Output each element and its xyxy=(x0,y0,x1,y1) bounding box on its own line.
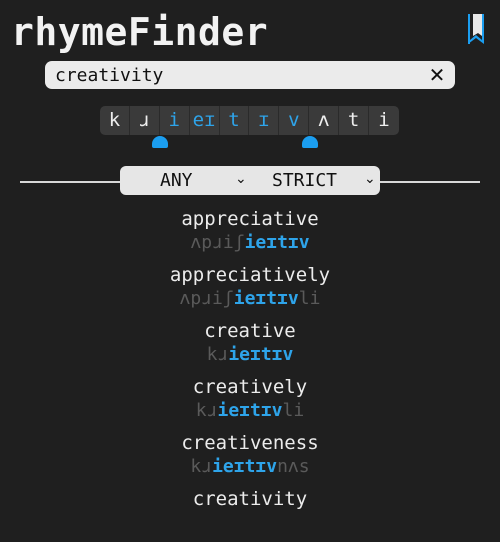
ipa-rhyme-match: ieɪtɪv xyxy=(217,400,283,421)
match-mode-value: ANY xyxy=(160,170,193,191)
result-word: creative xyxy=(204,320,296,342)
range-end-handle[interactable] xyxy=(302,136,318,148)
ipa-prefix: ʌpɹiʃ xyxy=(179,288,234,309)
result-word: appreciatively xyxy=(169,264,331,286)
divider-right xyxy=(380,181,480,183)
result-word: creativity xyxy=(192,488,308,510)
phoneme-chip[interactable]: eɪ xyxy=(189,106,220,135)
ipa-suffix: li xyxy=(282,400,305,421)
phoneme-chip[interactable]: ɹ xyxy=(129,106,160,135)
result-word: creatively xyxy=(192,376,308,398)
ipa-suffix: nʌs xyxy=(277,456,310,477)
app-title: rhymeFinder xyxy=(11,10,269,54)
result-word: appreciative xyxy=(181,208,319,230)
divider-left xyxy=(20,181,121,183)
phoneme-chip[interactable]: v xyxy=(279,106,310,135)
ipa-rhyme-match: ieɪtɪv xyxy=(244,232,310,253)
chevron-down-icon[interactable]: ⌄ xyxy=(364,171,376,187)
close-icon[interactable]: ✕ xyxy=(424,61,450,89)
mode-bar: ANY ⌄ STRICT ⌄ xyxy=(120,166,380,195)
ipa-prefix: kɹ xyxy=(206,344,229,365)
phoneme-chip[interactable]: i xyxy=(159,106,190,135)
ipa-suffix: li xyxy=(298,288,321,309)
result-ipa xyxy=(0,512,500,534)
ipa-rhyme-match: ieɪtɪv xyxy=(228,344,294,365)
result-item[interactable]: creativity xyxy=(0,486,500,542)
result-ipa: kɹieɪtɪvnʌs xyxy=(0,456,500,478)
result-item[interactable]: appreciative ʌpɹiʃieɪtɪv xyxy=(0,206,500,262)
result-word: creativeness xyxy=(181,432,319,454)
bookmark-icon[interactable] xyxy=(464,12,488,46)
result-ipa: kɹieɪtɪv xyxy=(0,344,500,366)
result-item[interactable]: appreciatively ʌpɹiʃieɪtɪvli xyxy=(0,262,500,318)
result-ipa: ʌpɹiʃieɪtɪv xyxy=(0,232,500,254)
ipa-prefix: kɹ xyxy=(190,456,213,477)
phoneme-chip[interactable]: k xyxy=(100,106,130,135)
phoneme-chip[interactable]: ɪ xyxy=(249,106,280,135)
strictness-value: STRICT xyxy=(272,170,338,191)
ipa-prefix: ʌpɹiʃ xyxy=(190,232,245,253)
ipa-prefix: kɹ xyxy=(195,400,218,421)
phoneme-chip[interactable]: i xyxy=(369,106,399,135)
ipa-rhyme-match: ieɪtɪv xyxy=(212,456,278,477)
phoneme-chip[interactable]: t xyxy=(219,106,250,135)
strictness-select[interactable]: STRICT xyxy=(272,166,372,195)
ipa-rhyme-match: ieɪtɪv xyxy=(233,288,299,309)
phoneme-strip: k ɹ i eɪ t ɪ v ʌ t i xyxy=(100,106,399,135)
search-input[interactable] xyxy=(55,63,415,87)
result-item[interactable]: creatively kɹieɪtɪvli xyxy=(0,374,500,430)
range-start-handle[interactable] xyxy=(152,136,168,148)
result-item[interactable]: creativeness kɹieɪtɪvnʌs xyxy=(0,430,500,486)
phoneme-chip[interactable]: ʌ xyxy=(309,106,340,135)
results-list: appreciative ʌpɹiʃieɪtɪv appreciatively ʌpɹ… xyxy=(0,206,500,542)
phoneme-chip[interactable]: t xyxy=(339,106,370,135)
result-item[interactable]: creative kɹieɪtɪv xyxy=(0,318,500,374)
result-ipa: kɹieɪtɪvli xyxy=(0,400,500,422)
result-ipa: ʌpɹiʃieɪtɪvli xyxy=(0,288,500,310)
chevron-down-icon[interactable]: ⌄ xyxy=(235,171,247,187)
search-bar: ✕ xyxy=(45,61,455,89)
